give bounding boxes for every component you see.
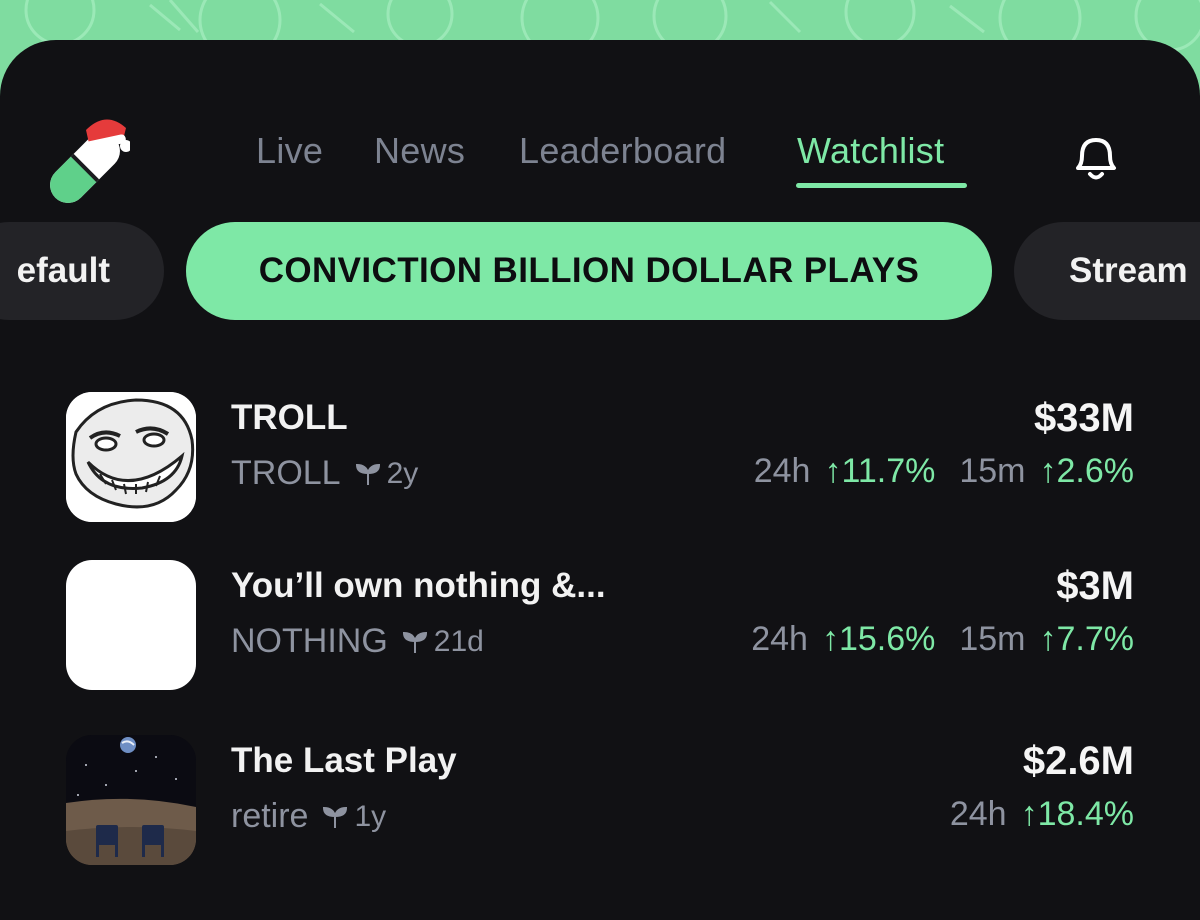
list-item-nothing[interactable]: You’ll own nothing &... NOTHING 21d $3M … bbox=[0, 560, 1200, 700]
token-avatar-the-last-play bbox=[66, 735, 196, 865]
token-meta: NOTHING 21d bbox=[231, 622, 484, 661]
chip-conviction-billion-dollar-plays[interactable]: CONVICTION BILLION DOLLAR PLAYS bbox=[186, 222, 992, 320]
tab-watchlist[interactable]: Watchlist bbox=[797, 130, 944, 172]
token-age: 21d bbox=[433, 624, 484, 658]
tab-leaderboard[interactable]: Leaderboard bbox=[519, 130, 726, 172]
bell-icon[interactable] bbox=[1064, 126, 1128, 190]
chip-default[interactable]: efault bbox=[0, 222, 164, 320]
sprout-icon bbox=[402, 631, 427, 653]
change-24h-value: ↑18.4% bbox=[1020, 795, 1134, 833]
change-24h-label: 24h bbox=[753, 452, 811, 490]
token-ticker: retire bbox=[231, 797, 309, 835]
token-avatar-nothing bbox=[66, 560, 196, 690]
change-24h-label: 24h bbox=[751, 620, 808, 658]
token-avatar-troll bbox=[66, 392, 196, 522]
token-ticker: NOTHING bbox=[231, 622, 388, 660]
list-item-troll[interactable]: TROLL TROLL 2y $33M 24h ↑11.7% 15m ↑2.6% bbox=[0, 392, 1200, 532]
token-name: The Last Play bbox=[231, 741, 457, 780]
chip-label: CONVICTION BILLION DOLLAR PLAYS bbox=[258, 251, 920, 290]
change-15m-value: ↑7.7% bbox=[1039, 620, 1135, 658]
change-24h-label: 24h bbox=[949, 795, 1007, 833]
main-panel: Live News Leaderboard Watchlist efault C… bbox=[0, 40, 1200, 920]
sprout-icon bbox=[323, 806, 348, 828]
troll-face-icon bbox=[66, 392, 196, 522]
price-changes: 24h ↑18.4% bbox=[950, 795, 1134, 834]
change-24h-value: ↑11.7% bbox=[824, 452, 936, 490]
tab-news[interactable]: News bbox=[374, 130, 465, 172]
token-age: 1y bbox=[354, 799, 387, 833]
list-item-the-last-play[interactable]: The Last Play retire 1y $2.6M 24h ↑18.4% bbox=[0, 735, 1200, 875]
market-cap: $3M bbox=[1056, 564, 1134, 608]
price-changes: 24h ↑15.6% 15m ↑7.7% bbox=[751, 620, 1134, 659]
token-name: You’ll own nothing &... bbox=[231, 566, 606, 605]
change-15m-label: 15m bbox=[959, 620, 1026, 658]
token-name: TROLL bbox=[231, 398, 348, 437]
change-15m-label: 15m bbox=[959, 452, 1026, 490]
top-nav: Live News Leaderboard Watchlist bbox=[0, 130, 1200, 190]
market-cap: $33M bbox=[1033, 396, 1134, 440]
sprout-icon bbox=[355, 463, 380, 485]
active-tab-indicator bbox=[796, 183, 967, 188]
token-meta: TROLL 2y bbox=[231, 454, 418, 493]
price-changes: 24h ↑11.7% 15m ↑2.6% bbox=[754, 452, 1134, 491]
tab-live[interactable]: Live bbox=[256, 130, 323, 172]
chip-label: Stream bbox=[1069, 251, 1188, 290]
change-24h-value: ↑15.6% bbox=[821, 620, 936, 658]
token-ticker: TROLL bbox=[231, 454, 341, 492]
change-15m-value: ↑2.6% bbox=[1039, 452, 1135, 490]
market-cap: $2.6M bbox=[1022, 739, 1134, 783]
token-meta: retire 1y bbox=[231, 797, 386, 836]
chip-stream[interactable]: Stream bbox=[1014, 222, 1200, 320]
moon-chairs-image bbox=[66, 735, 196, 865]
token-age: 2y bbox=[386, 456, 419, 490]
chip-label: efault bbox=[16, 251, 110, 290]
